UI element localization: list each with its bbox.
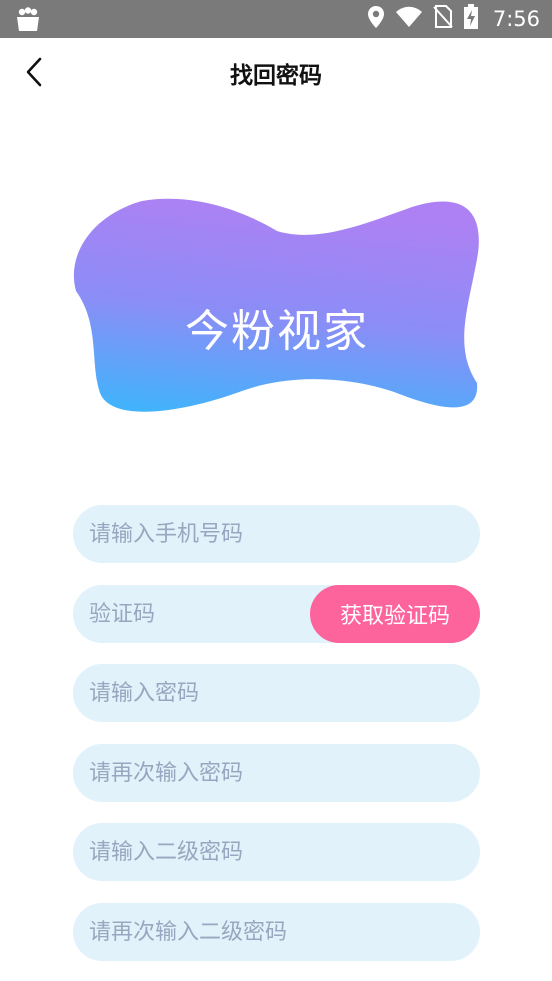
no-sim-icon	[433, 5, 453, 33]
logo-text: 今粉视家	[185, 306, 369, 357]
wifi-icon	[395, 6, 423, 32]
phone-field	[73, 505, 480, 563]
battery-charging-icon	[463, 4, 479, 34]
app-header: 找回密码	[0, 38, 552, 106]
get-verification-code-button[interactable]: 获取验证码	[310, 585, 480, 643]
location-pin-icon	[367, 5, 385, 33]
status-icons: 7:56	[367, 0, 540, 38]
status-time: 7:56	[492, 7, 540, 31]
secondary-password-confirm-field	[73, 903, 480, 961]
verification-code-input[interactable]	[73, 585, 303, 643]
status-bar: 7:56	[0, 0, 552, 38]
verification-code-field: 获取验证码	[73, 585, 480, 643]
secondary-password-field	[73, 823, 480, 881]
shopping-bag-icon	[14, 6, 42, 32]
password-field	[73, 664, 480, 722]
password-input[interactable]	[73, 664, 480, 722]
app-logo: 今粉视家	[72, 195, 482, 423]
password-confirm-input[interactable]	[73, 744, 480, 802]
phone-input[interactable]	[73, 505, 480, 563]
page-title: 找回密码	[230, 63, 322, 89]
password-confirm-field	[73, 744, 480, 802]
secondary-password-input[interactable]	[73, 823, 480, 881]
secondary-password-confirm-input[interactable]	[73, 903, 480, 961]
